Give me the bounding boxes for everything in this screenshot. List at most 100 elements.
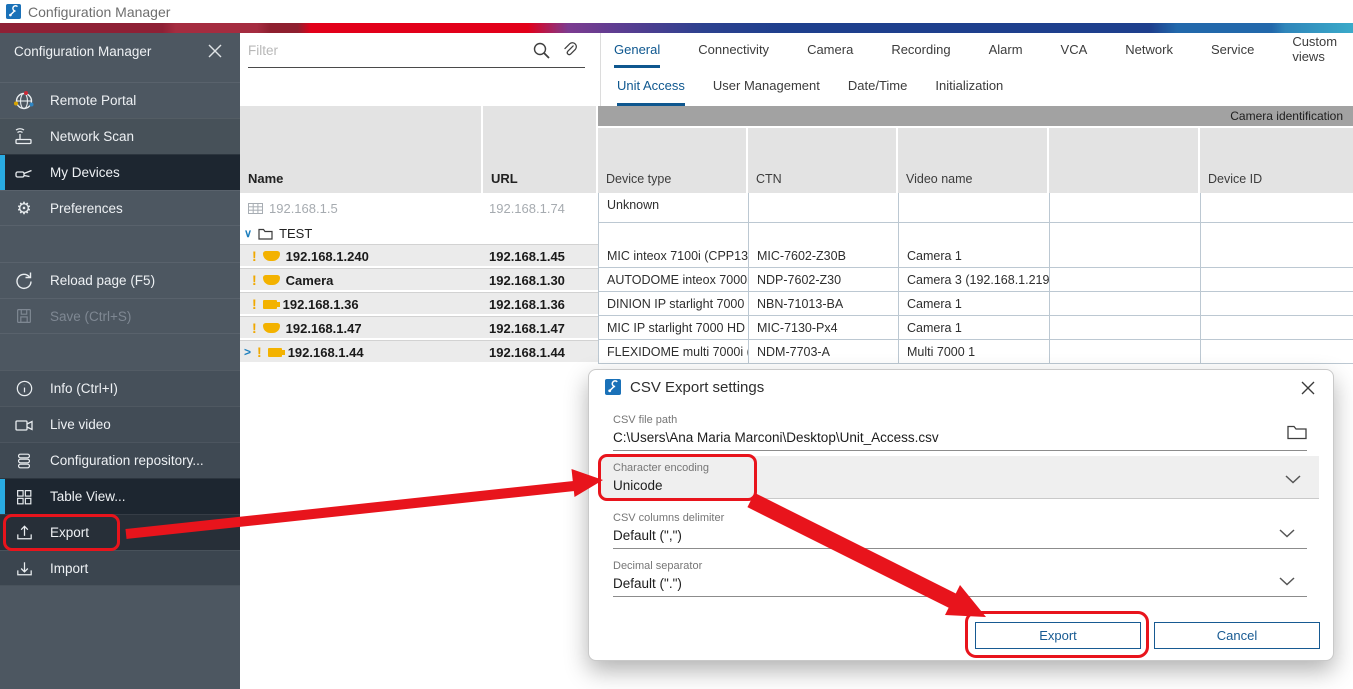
filter-field	[248, 33, 585, 68]
column-header-device-type[interactable]: Device type	[598, 128, 748, 193]
column-header-video-name[interactable]: Video name	[898, 128, 1049, 193]
table-row[interactable]: ! 192.168.1.240 192.168.1.45 MIC inteox …	[240, 244, 1353, 268]
csv-file-path-value[interactable]: C:\Users\Ana Maria Marconi\Desktop\Unit_…	[613, 430, 1307, 446]
device-ctn: MIC-7130-Px4	[748, 316, 898, 340]
column-header-name[interactable]: Name	[240, 106, 483, 193]
chevron-down-icon[interactable]	[1285, 472, 1301, 487]
cancel-button[interactable]: Cancel	[1154, 622, 1320, 649]
sidebar-item-label: My Devices	[50, 165, 120, 180]
device-video-name: Camera 3 (192.168.1.219)	[898, 268, 1049, 292]
tab-vca[interactable]: VCA	[1061, 33, 1088, 68]
tab-network[interactable]: Network	[1125, 33, 1173, 68]
device-name: 192.168.1.240	[286, 249, 369, 264]
close-icon[interactable]	[1299, 379, 1317, 397]
table-row[interactable]: ! 192.168.1.36 192.168.1.36 DINION IP st…	[240, 292, 1353, 316]
empty-cell	[1049, 292, 1200, 316]
device-video-name	[898, 223, 1049, 244]
sidebar-item-my-devices[interactable]: My Devices	[0, 154, 240, 190]
sidebar-item-network-scan[interactable]: Network Scan	[0, 118, 240, 154]
device-url: 192.168.1.44	[483, 340, 598, 364]
column-header-empty[interactable]	[1049, 128, 1200, 193]
sidebar-item-label: Export	[50, 525, 89, 540]
chevron-down-icon[interactable]	[1279, 526, 1295, 541]
table-row-folder[interactable]: ∨ TEST	[240, 223, 1353, 244]
device-video-name	[898, 193, 1049, 223]
tab-alarm[interactable]: Alarm	[989, 33, 1023, 68]
device-url: 192.168.1.47	[483, 316, 598, 340]
sidebar-header: Configuration Manager	[0, 33, 240, 69]
device-ctn: NBN-71013-BA	[748, 292, 898, 316]
sidebar-item-label: Network Scan	[50, 129, 134, 144]
table-row[interactable]: ! Camera 192.168.1.30 AUTODOME inteox 70…	[240, 268, 1353, 292]
sidebar-item-reload-page[interactable]: Reload page (F5)	[0, 262, 240, 298]
tab-general[interactable]: General	[614, 33, 660, 68]
devices-icon	[12, 162, 36, 184]
dome-camera-icon	[263, 323, 280, 333]
box-camera-icon	[263, 300, 277, 309]
device-video-name: Camera 1	[898, 292, 1049, 316]
sidebar-item-preferences[interactable]: ⚙ Preferences	[0, 190, 240, 226]
filter-input[interactable]	[248, 43, 522, 58]
character-encoding-value: Unicode	[613, 478, 1319, 494]
sidebar-item-label: Live video	[50, 417, 111, 432]
sidebar-close-icon[interactable]	[204, 40, 226, 62]
sidebar-item-import[interactable]: Import	[0, 550, 240, 586]
reload-icon	[12, 270, 36, 292]
subtab-initialization[interactable]: Initialization	[935, 68, 1003, 106]
character-encoding-dropdown[interactable]: Character encoding Unicode	[601, 456, 1319, 499]
paperclip-icon[interactable]	[561, 41, 579, 59]
sidebar-item-configuration-repository[interactable]: Configuration repository...	[0, 442, 240, 478]
csv-columns-delimiter-dropdown[interactable]: CSV columns delimiter Default (",")	[613, 512, 1307, 549]
sidebar-item-label: Import	[50, 561, 88, 576]
table-row[interactable]: 192.168.1.5 192.168.1.74 Unknown	[240, 193, 1353, 223]
sidebar-item-live-video[interactable]: Live video	[0, 406, 240, 442]
device-video-name: Camera 1	[898, 244, 1049, 268]
column-header-device-id[interactable]: Device ID	[1200, 128, 1353, 193]
empty-cell	[1049, 340, 1200, 364]
column-header-url[interactable]: URL	[483, 106, 598, 193]
table-row[interactable]: > ! 192.168.1.44 192.168.1.44 FLEXIDOME …	[240, 340, 1353, 364]
sidebar-item-export[interactable]: Export	[0, 514, 240, 550]
warning-icon: !	[252, 320, 257, 336]
csv-file-path-field[interactable]: CSV file path C:\Users\Ana Maria Marconi…	[613, 414, 1307, 451]
device-table-header: Name URL Camera identification Device ty…	[240, 106, 1353, 193]
browse-folder-icon[interactable]	[1287, 424, 1307, 443]
tab-camera[interactable]: Camera	[807, 33, 853, 68]
device-type: DINION IP starlight 7000 H...	[598, 292, 748, 316]
subtab-unit-access[interactable]: Unit Access	[617, 68, 685, 106]
search-icon[interactable]	[532, 41, 551, 60]
sidebar-item-table-view[interactable]: Table View...	[0, 478, 240, 514]
chevron-expanded-icon[interactable]: ∨	[244, 227, 252, 240]
device-name: 192.168.1.5	[269, 201, 338, 216]
device-id	[1200, 268, 1353, 292]
chevron-down-icon[interactable]	[1279, 574, 1295, 589]
brand-stripe	[0, 23, 1353, 33]
column-header-ctn[interactable]: CTN	[748, 128, 898, 193]
sidebar-item-info[interactable]: Info (Ctrl+I)	[0, 370, 240, 406]
folder-icon	[258, 228, 273, 240]
device-url: 192.168.1.36	[483, 292, 598, 316]
sidebar-title: Configuration Manager	[14, 44, 204, 59]
gear-icon: ⚙	[12, 200, 36, 217]
empty-cell	[1049, 193, 1200, 223]
subtab-user-management[interactable]: User Management	[713, 68, 820, 106]
tab-recording[interactable]: Recording	[891, 33, 950, 68]
device-id	[1200, 340, 1353, 364]
export-button[interactable]: Export	[975, 622, 1141, 649]
decimal-separator-dropdown[interactable]: Decimal separator Default (".")	[613, 560, 1307, 597]
dome-camera-icon	[263, 275, 280, 285]
tab-connectivity[interactable]: Connectivity	[698, 33, 769, 68]
subtab-date-time[interactable]: Date/Time	[848, 68, 907, 106]
sidebar-item-remote-portal[interactable]: Remote Portal	[0, 82, 240, 118]
device-id	[1200, 316, 1353, 340]
device-url: 192.168.1.45	[483, 244, 598, 268]
tab-custom-views[interactable]: Custom views	[1292, 33, 1353, 68]
table-row[interactable]: ! 192.168.1.47 192.168.1.47 MIC IP starl…	[240, 316, 1353, 340]
device-table-body: 192.168.1.5 192.168.1.74 Unknown ∨ TEST	[240, 193, 1353, 364]
window-titlebar: Configuration Manager	[0, 0, 1353, 23]
tab-service[interactable]: Service	[1211, 33, 1254, 68]
chevron-collapsed-icon[interactable]: >	[244, 345, 251, 359]
main-tabs: General Connectivity Camera Recording Al…	[614, 33, 1353, 68]
device-name: 192.168.1.47	[286, 321, 362, 336]
csv-file-path-label: CSV file path	[613, 414, 1307, 426]
